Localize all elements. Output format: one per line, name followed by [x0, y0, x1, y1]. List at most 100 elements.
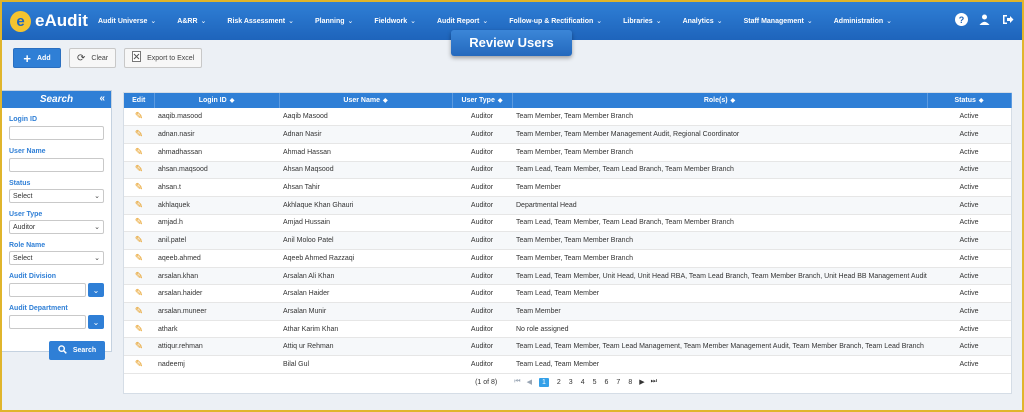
- edit-pencil-icon[interactable]: ✎: [135, 271, 143, 282]
- cell-user-type: Auditor: [452, 108, 512, 127]
- nav-item-3[interactable]: Planning ⌄: [315, 17, 353, 25]
- table-row[interactable]: ✎ nadeemj Bilal Gul Auditor Team Lead, Team …: [124, 355, 1011, 374]
- nav-item-9[interactable]: Staff Management ⌄: [744, 17, 813, 25]
- chevron-down-icon: ⌄: [288, 18, 294, 25]
- users-table: Edit Login ID ◆ User Name ◆ User Type ◆ Rol…: [124, 93, 1012, 374]
- table-row[interactable]: ✎ arsalan.khan Arsalan Ali Khan Auditor Team…: [124, 267, 1011, 286]
- page-link-8[interactable]: 8: [628, 379, 632, 386]
- column-header-status[interactable]: Status ◆: [927, 93, 1012, 108]
- table-row[interactable]: ✎ athark Athar Karim Khan Auditor No role as…: [124, 320, 1011, 339]
- add-button[interactable]: + Add: [13, 48, 61, 68]
- help-icon[interactable]: ?: [955, 13, 968, 26]
- edit-pencil-icon[interactable]: ✎: [135, 253, 143, 264]
- column-header-user-type[interactable]: User Type ◆: [452, 93, 513, 108]
- prev-page-icon[interactable]: ◀: [527, 378, 532, 386]
- page-link-4[interactable]: 4: [581, 379, 585, 386]
- cell-edit: ✎: [124, 284, 154, 304]
- cell-user-type: Auditor: [452, 249, 512, 268]
- edit-pencil-icon[interactable]: ✎: [135, 200, 143, 211]
- cell-user-type: Auditor: [452, 355, 512, 374]
- table-row[interactable]: ✎ aaqib.masood Aaqib Masood Auditor Team Mem…: [124, 108, 1011, 127]
- cell-status: Active: [927, 108, 1011, 127]
- cell-login-id: anil.patel: [154, 231, 279, 250]
- nav-item-5[interactable]: Audit Report ⌄: [437, 17, 488, 25]
- column-header-login-id[interactable]: Login ID ◆: [154, 93, 280, 108]
- nav-item-4[interactable]: Fieldwork ⌄: [374, 17, 416, 25]
- chevron-down-icon: ⌄: [150, 18, 157, 25]
- top-right-icons: ?: [955, 13, 1014, 26]
- table-row[interactable]: ✎ amjad.h Amjad Hussain Auditor Team Lead, T…: [124, 214, 1011, 233]
- table-row[interactable]: ✎ ahmadhassan Ahmad Hassan Auditor Team Memb…: [124, 143, 1011, 162]
- user-name-input[interactable]: [9, 158, 104, 172]
- nav-item-7[interactable]: Libraries ⌄: [623, 17, 661, 25]
- audit-department-input[interactable]: [9, 315, 86, 329]
- nav-item-0[interactable]: Audit Universe ⌄: [98, 17, 156, 25]
- cell-roles: Team Lead, Team Member: [512, 284, 927, 304]
- edit-pencil-icon[interactable]: ✎: [135, 288, 143, 299]
- cell-edit: ✎: [124, 143, 154, 162]
- login-id-input[interactable]: [9, 126, 104, 140]
- nav-item-2[interactable]: Risk Assessment ⌄: [227, 17, 294, 25]
- last-page-icon[interactable]: ⏭: [651, 378, 657, 386]
- refresh-icon: ⟳: [77, 52, 86, 64]
- table-row[interactable]: ✎ aqeeb.ahmed Aqeeb Ahmed Razzaqi Auditor Te…: [124, 249, 1011, 268]
- clear-button[interactable]: ⟳ Clear: [69, 48, 117, 68]
- export-excel-button[interactable]: Export to Excel: [124, 48, 203, 68]
- page-info: (1 of 8): [475, 378, 498, 386]
- nav-item-8[interactable]: Analytics ⌄: [683, 17, 723, 25]
- table-row[interactable]: ✎ anil.patel Anil Moloo Patel Auditor Team M…: [124, 231, 1011, 250]
- chevron-down-icon: ⌄: [200, 18, 207, 25]
- table-row[interactable]: ✎ ahsan.maqsood Ahsan Maqsood Auditor Team L…: [124, 161, 1011, 180]
- column-header-user-name[interactable]: User Name ◆: [279, 93, 453, 108]
- brand[interactable]: e eAudit: [10, 10, 98, 32]
- edit-pencil-icon[interactable]: ✎: [135, 359, 143, 370]
- table-row[interactable]: ✎ adnan.nasir Adnan Nasir Auditor Team Membe…: [124, 125, 1011, 144]
- audit-division-input[interactable]: [9, 283, 86, 297]
- collapse-panel-icon[interactable]: «: [99, 93, 105, 104]
- sort-icon: ◆: [730, 98, 736, 104]
- user-type-select[interactable]: Auditor ⌄: [9, 220, 104, 234]
- edit-pencil-icon[interactable]: ✎: [135, 147, 143, 158]
- user-icon[interactable]: [978, 13, 991, 26]
- table-row[interactable]: ✎ arsalan.haider Arsalan Haider Auditor Team…: [124, 284, 1011, 304]
- cell-user-name: Aaqib Masood: [279, 108, 452, 127]
- edit-pencil-icon[interactable]: ✎: [135, 164, 143, 175]
- cell-login-id: aaqib.masood: [154, 108, 279, 127]
- page-link-1[interactable]: 1: [538, 377, 549, 387]
- table-row[interactable]: ✎ akhlaquek Akhlaque Khan Ghauri Auditor Dep…: [124, 196, 1011, 215]
- cell-user-type: Auditor: [452, 196, 512, 215]
- page-link-5[interactable]: 5: [593, 379, 597, 386]
- audit-division-dropdown-button[interactable]: ⌄: [88, 283, 104, 297]
- logout-icon[interactable]: [1001, 13, 1014, 26]
- edit-pencil-icon[interactable]: ✎: [135, 111, 143, 122]
- edit-pencil-icon[interactable]: ✎: [135, 324, 143, 335]
- edit-pencil-icon[interactable]: ✎: [135, 235, 143, 246]
- cell-roles: Team Lead, Team Member, Unit Head, Unit …: [512, 267, 927, 286]
- table-row[interactable]: ✎ ahsan.t Ahsan Tahir Auditor Team Member Act…: [124, 178, 1011, 197]
- column-header-roles[interactable]: Role(s) ◆: [512, 93, 928, 108]
- edit-pencil-icon[interactable]: ✎: [135, 129, 143, 140]
- nav-item-label: Staff Management: [743, 18, 804, 25]
- search-button[interactable]: Search: [49, 341, 105, 360]
- page-link-2[interactable]: 2: [557, 379, 561, 386]
- status-select[interactable]: Select ⌄: [9, 189, 104, 203]
- role-name-select[interactable]: Select ⌄: [9, 251, 104, 265]
- edit-pencil-icon[interactable]: ✎: [135, 217, 143, 228]
- cell-status: Active: [927, 143, 1011, 162]
- nav-item-10[interactable]: Administration ⌄: [834, 17, 892, 25]
- edit-pencil-icon[interactable]: ✎: [135, 306, 143, 317]
- nav-item-1[interactable]: A&RR ⌄: [177, 17, 206, 25]
- edit-pencil-icon[interactable]: ✎: [135, 182, 143, 193]
- edit-pencil-icon[interactable]: ✎: [135, 341, 143, 352]
- page-link-6[interactable]: 6: [605, 379, 609, 386]
- table-row[interactable]: ✎ attiqur.rehman Attiq ur Rehman Auditor Tea…: [124, 337, 1011, 357]
- table-row[interactable]: ✎ arsalan.muneer Arsalan Munir Auditor Team …: [124, 302, 1011, 321]
- nav-item-6[interactable]: Follow-up & Rectification ⌄: [509, 17, 602, 25]
- audit-department-dropdown-button[interactable]: ⌄: [88, 315, 104, 329]
- table-body: ✎ aaqib.masood Aaqib Masood Auditor Team Mem…: [124, 108, 1011, 374]
- page-link-7[interactable]: 7: [616, 379, 620, 386]
- first-page-icon[interactable]: ⏮: [514, 378, 520, 386]
- page-link-3[interactable]: 3: [569, 379, 573, 386]
- next-page-icon[interactable]: ▶: [639, 378, 644, 386]
- cell-roles: Team Member: [512, 178, 927, 197]
